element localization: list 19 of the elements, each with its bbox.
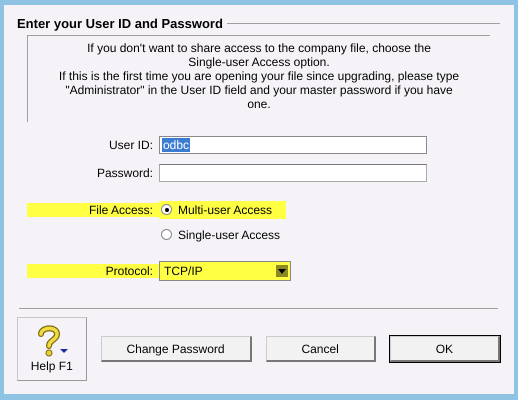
input-field[interactable]: odbc: [159, 136, 427, 154]
protocol-dropdown[interactable]: TCP/IP: [159, 261, 291, 281]
info-text: If you don't want to share access to the company file, choose the: [87, 41, 431, 55]
field-label: File Access:: [27, 202, 159, 216]
group-title: Enter your User ID and Password: [17, 16, 223, 30]
radio-option[interactable]: Multi-user Access: [159, 200, 286, 218]
dialog-button[interactable]: Cancel: [266, 336, 376, 362]
field-label: Protocol:: [27, 264, 159, 278]
info-text: one.: [247, 97, 271, 111]
dialog-button[interactable]: Change Password: [100, 336, 252, 362]
help-button[interactable]: Help F1: [17, 317, 87, 381]
radio-option[interactable]: Single-user Access: [159, 226, 294, 244]
input-field[interactable]: [159, 164, 427, 182]
info-text: "Administrator" in the User ID field and your master password if you have: [65, 83, 453, 97]
field-label: User ID:: [108, 138, 154, 152]
info-text: If this is the first time you are opening your file since upgrading, please type: [58, 69, 460, 83]
field-label: Password:: [96, 166, 154, 180]
info-text: Single-user Access option.: [188, 55, 330, 69]
dialog-button[interactable]: OK: [390, 336, 500, 362]
